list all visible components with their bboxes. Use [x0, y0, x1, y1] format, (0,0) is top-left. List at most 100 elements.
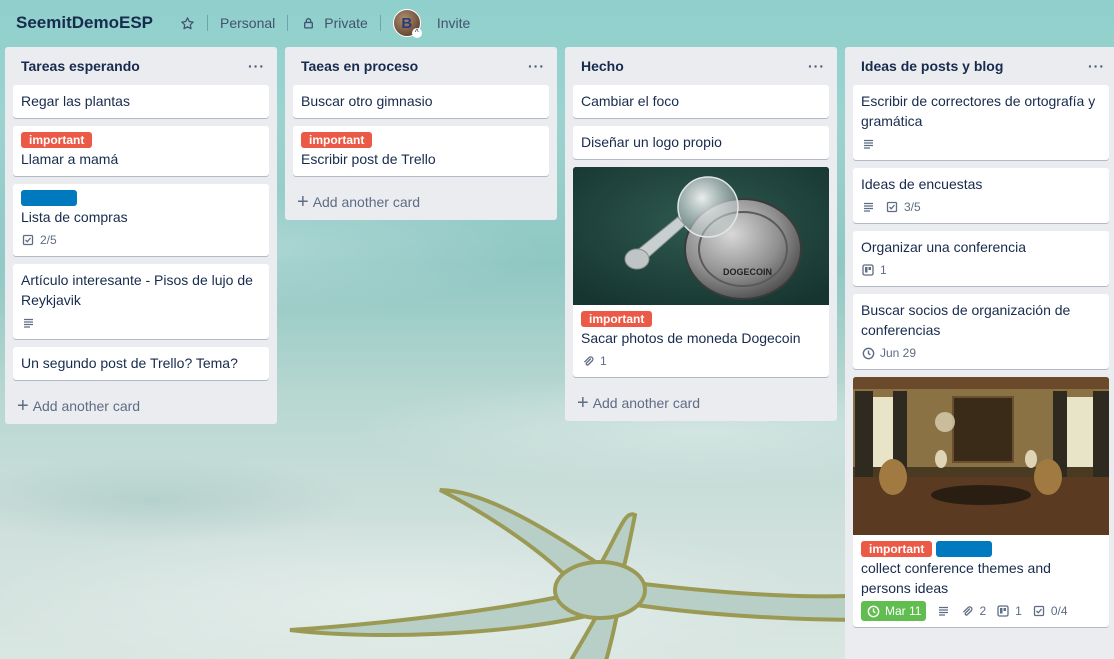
card-cover-image: DOGECOIN: [573, 167, 829, 305]
card-cover-image: [853, 377, 1109, 535]
card[interactable]: Organizar una conferencia 1: [853, 231, 1109, 286]
more-horizontal-icon[interactable]: ···: [248, 58, 269, 74]
card[interactable]: Diseñar un logo propio: [573, 126, 829, 159]
more-horizontal-icon[interactable]: ···: [808, 58, 829, 74]
paperclip-icon: [960, 604, 974, 618]
plus-icon: +: [297, 191, 309, 213]
avatar-initial: B: [401, 14, 413, 32]
card[interactable]: Regar las plantas: [13, 85, 269, 118]
card[interactable]: Ideas de encuestas 3/5: [853, 168, 1109, 223]
linked-board-count: 1: [1015, 604, 1022, 618]
add-card-button[interactable]: + Add another card: [293, 184, 549, 220]
checklist-icon: [21, 233, 35, 247]
list-taeas-en-proceso[interactable]: Taeas en proceso ··· Buscar otro gimnasi…: [285, 47, 557, 220]
checklist-count: 0/4: [1050, 604, 1068, 618]
add-card-button[interactable]: + Add another card: [573, 385, 829, 421]
card-title: Ideas de encuestas: [861, 176, 983, 192]
card-title: collect conference themes and persons id…: [861, 560, 1051, 596]
list-tareas-esperando[interactable]: Tareas esperando ··· Regar las plantas i…: [5, 47, 277, 424]
description-icon: [861, 137, 875, 151]
list-header: Hecho ···: [573, 47, 829, 85]
card[interactable]: DOGECOIN important Sacar photos de moned…: [573, 167, 829, 377]
checklist-count: 3/5: [904, 200, 921, 214]
card[interactable]: Cambiar el foco: [573, 85, 829, 118]
due-date: Jun 29: [880, 346, 917, 360]
due-date-badge[interactable]: Jun 29: [861, 343, 916, 363]
card-title: Escribir de correctores de ortografía y …: [861, 93, 1096, 129]
board-header: SeemitDemoESP Personal Private B ^ Invit…: [0, 0, 1114, 46]
card[interactable]: Buscar socios de organización de confere…: [853, 294, 1109, 369]
list-ideas-de-posts-y-blog[interactable]: Ideas de posts y blog ··· Escribir de co…: [845, 47, 1114, 659]
card[interactable]: Un segundo post de Trello? Tema?: [13, 347, 269, 380]
team-visibility-button[interactable]: Personal: [220, 15, 275, 31]
card[interactable]: Artículo interesante - Pisos de lujo de …: [13, 264, 269, 339]
card[interactable]: Buscar otro gimnasio: [293, 85, 549, 118]
list-header: Taeas en proceso ···: [293, 47, 549, 85]
card[interactable]: important collect conference themes and …: [853, 377, 1109, 627]
list-title[interactable]: Ideas de posts y blog: [861, 58, 1003, 74]
trello-board-icon: [996, 604, 1010, 618]
board-title[interactable]: SeemitDemoESP: [16, 13, 153, 33]
card-title: Escribir post de Trello: [301, 151, 436, 167]
label-important[interactable]: important: [861, 541, 933, 557]
card-title: Buscar socios de organización de confere…: [861, 302, 1071, 338]
star-icon[interactable]: [179, 15, 195, 31]
attachment-badge: 2: [960, 601, 986, 621]
linked-board-badge: 1: [996, 601, 1022, 621]
card-title: Artículo interesante - Pisos de lujo de …: [21, 272, 253, 308]
description-icon: [861, 200, 875, 214]
member-avatar[interactable]: B ^: [392, 9, 422, 38]
clock-icon: [861, 346, 875, 360]
attachment-count: 2: [979, 604, 987, 618]
card[interactable]: important Escribir post de Trello: [293, 126, 549, 176]
description-icon: [936, 604, 950, 618]
label-important[interactable]: important: [21, 132, 93, 148]
card[interactable]: important Llamar a mamá: [13, 126, 269, 176]
more-horizontal-icon[interactable]: ···: [1088, 58, 1109, 74]
card[interactable]: Escribir de correctores de ortografía y …: [853, 85, 1109, 160]
list-hecho[interactable]: Hecho ··· Cambiar el foco Diseñar un log…: [565, 47, 837, 421]
card-title: Sacar photos de moneda Dogecoin: [581, 330, 801, 346]
label-important[interactable]: important: [301, 132, 373, 148]
more-horizontal-icon[interactable]: ···: [528, 58, 549, 74]
plus-icon: +: [17, 395, 29, 417]
trello-board-icon: [861, 263, 875, 277]
checklist-count: 2/5: [40, 233, 57, 247]
header-divider: [379, 15, 381, 31]
header-divider: [287, 15, 289, 31]
list-header: Ideas de posts y blog ···: [853, 47, 1109, 85]
due-date-badge[interactable]: Mar 11: [861, 601, 927, 621]
board-visibility-button[interactable]: Private: [324, 15, 368, 31]
header-divider: [207, 15, 208, 31]
description-icon: [21, 316, 35, 330]
add-card-button[interactable]: + Add another card: [13, 388, 269, 424]
card-title: Regar las plantas: [21, 93, 130, 109]
checklist-icon: [1032, 604, 1046, 618]
list-title[interactable]: Tareas esperando: [21, 58, 140, 74]
plus-icon: +: [577, 392, 589, 414]
lock-icon: [300, 15, 316, 31]
label-blue[interactable]: [21, 190, 77, 206]
card-title: Lista de compras: [21, 209, 128, 225]
card-title: Diseñar un logo propio: [581, 134, 722, 150]
card-title: Llamar a mamá: [21, 151, 119, 167]
invite-button[interactable]: Invite: [437, 15, 470, 31]
paperclip-icon: [581, 354, 595, 368]
due-date: Mar 11: [885, 604, 922, 618]
admin-badge-icon: ^: [411, 28, 422, 38]
checklist-badge: 3/5: [885, 197, 921, 217]
list-title[interactable]: Taeas en proceso: [301, 58, 418, 74]
card-title: Cambiar el foco: [581, 93, 680, 109]
linked-board-badge: 1: [861, 260, 887, 280]
label-blue[interactable]: [936, 541, 993, 557]
card[interactable]: Lista de compras 2/5: [13, 184, 269, 256]
add-card-label: Add another card: [32, 398, 141, 414]
checklist-icon: [885, 200, 899, 214]
clock-icon: [866, 604, 880, 618]
card-title: Organizar una conferencia: [861, 239, 1026, 255]
label-important[interactable]: important: [581, 311, 653, 327]
add-card-label: Add another card: [592, 395, 701, 411]
card-title: Buscar otro gimnasio: [301, 93, 433, 109]
card-title: Un segundo post de Trello? Tema?: [21, 355, 238, 371]
list-title[interactable]: Hecho: [581, 58, 624, 74]
